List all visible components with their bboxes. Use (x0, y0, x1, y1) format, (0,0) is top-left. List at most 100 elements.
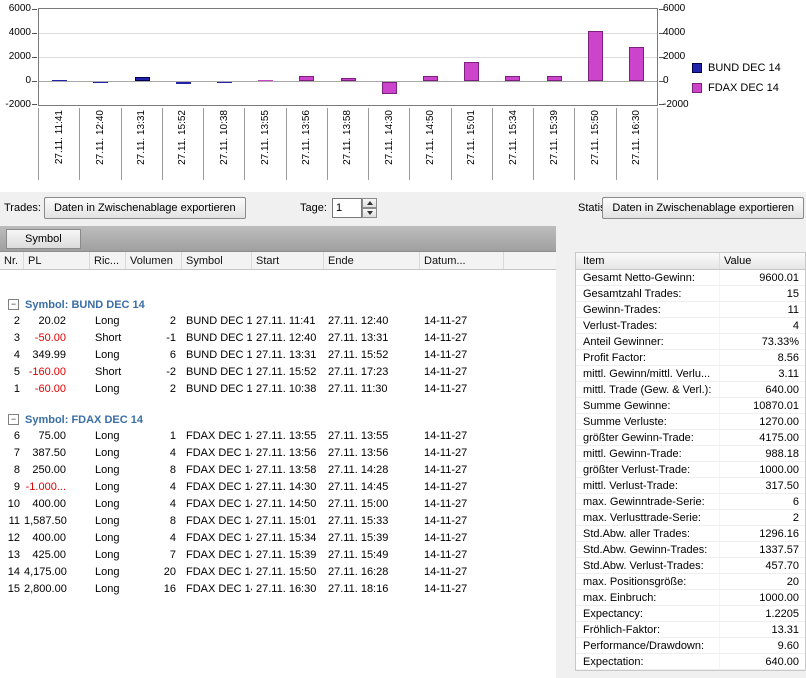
stats-row: Performance/Drawdown:9.60 (576, 638, 805, 654)
stats-panel: Item Value Gesamt Netto-Gewinn:9600.01Ge… (575, 226, 806, 678)
table-cell-filler (504, 513, 556, 530)
column-header[interactable]: Datum... (420, 252, 504, 269)
table-row[interactable]: 8250.00Long8FDAX DEC 1427.11. 13:5827.11… (0, 462, 556, 479)
table-cell: 425.00 (24, 547, 90, 564)
stats-item-value: 640.00 (719, 382, 805, 397)
stats-item-value: 2 (719, 510, 805, 525)
spinner-up-button[interactable] (362, 198, 377, 208)
stats-row: mittl. Gewinn-Trade:988.18 (576, 446, 805, 462)
table-row[interactable]: 220.02Long2BUND DEC 1427.11. 11:4127.11.… (0, 313, 556, 330)
stats-row: max. Gewinntrade-Serie:6 (576, 494, 805, 510)
group-header[interactable]: −Symbol: BUND DEC 14 (0, 296, 556, 313)
axis-tick (32, 81, 37, 82)
table-cell: 27.11. 13:55 (252, 428, 324, 445)
table-cell: FDAX DEC 14 (182, 581, 252, 598)
stats-column-header-value[interactable]: Value (719, 253, 805, 269)
table-cell: -60.00 (24, 381, 90, 398)
column-header[interactable]: PL (24, 252, 90, 269)
column-header[interactable]: Ric... (90, 252, 126, 269)
table-cell: 14-11-27 (420, 347, 504, 364)
column-header[interactable]: Symbol (182, 252, 252, 269)
table-cell: -2 (126, 364, 182, 381)
table-cell: FDAX DEC 14 (182, 513, 252, 530)
stats-item-label: größter Gewinn-Trade: (576, 430, 719, 445)
table-row[interactable]: 10400.00Long4FDAX DEC 1427.11. 14:5027.1… (0, 496, 556, 513)
axis-tick (32, 9, 37, 10)
collapse-icon[interactable]: − (8, 414, 19, 425)
stats-item-label: größter Verlust-Trade: (576, 462, 719, 477)
y-axis-tick-label: 2000 (663, 52, 685, 62)
stats-item-label: max. Verlusttrade-Serie: (576, 510, 719, 525)
table-row[interactable]: 144,175.00Long20FDAX DEC 1427.11. 15:502… (0, 564, 556, 581)
stats-row: mittl. Verlust-Trade:317.50 (576, 478, 805, 494)
x-axis-cell: 27.11. 13:31 (122, 108, 163, 180)
table-cell: 15 (0, 581, 24, 598)
table-row[interactable]: 152,800.00Long16FDAX DEC 1427.11. 16:302… (0, 581, 556, 598)
table-row[interactable]: 5-160.00Short-2BUND DEC 1427.11. 15:5227… (0, 364, 556, 381)
table-cell: Long (90, 445, 126, 462)
table-row[interactable]: 675.00Long1FDAX DEC 1427.11. 13:5527.11.… (0, 428, 556, 445)
table-cell: 7 (126, 547, 182, 564)
table-cell: 8 (0, 462, 24, 479)
stats-row: Profit Factor:8.56 (576, 350, 805, 366)
axis-tick (32, 104, 37, 105)
x-axis-label: 27.11. 10:38 (219, 110, 230, 165)
table-cell: BUND DEC 14 (182, 313, 252, 330)
stats-row: Expectancy:1.2205 (576, 606, 805, 622)
spinner-down-button[interactable] (362, 208, 377, 218)
stats-table-body: Gesamt Netto-Gewinn:9600.01Gesamtzahl Tr… (576, 270, 805, 670)
chart-y-axis-left: 6000400020000-2000 (0, 8, 34, 106)
table-cell: 4 (126, 530, 182, 547)
table-cell-filler (504, 381, 556, 398)
table-cell: Long (90, 513, 126, 530)
table-row[interactable]: 12400.00Long4FDAX DEC 1427.11. 15:3427.1… (0, 530, 556, 547)
table-cell: 2,800.00 (24, 581, 90, 598)
table-row[interactable]: 7387.50Long4FDAX DEC 1427.11. 13:5627.11… (0, 445, 556, 462)
table-row[interactable]: 3-50.00Short-1BUND DEC 1427.11. 12:4027.… (0, 330, 556, 347)
table-cell: FDAX DEC 14 (182, 564, 252, 581)
collapse-icon[interactable]: − (8, 299, 19, 310)
statistik-export-button[interactable]: Daten in Zwischenablage exportieren (602, 197, 804, 219)
axis-tick (32, 33, 37, 34)
table-cell: 16 (126, 581, 182, 598)
table-row[interactable]: 111,587.50Long8FDAX DEC 1427.11. 15:0127… (0, 513, 556, 530)
stats-item-label: Performance/Drawdown: (576, 638, 719, 653)
stats-item-label: Gesamt Netto-Gewinn: (576, 270, 719, 285)
stats-item-value: 988.18 (719, 446, 805, 461)
x-axis-cell: 27.11. 16:30 (617, 108, 658, 180)
table-cell: 14 (0, 564, 24, 581)
table-row[interactable]: 13425.00Long7FDAX DEC 1427.11. 15:3927.1… (0, 547, 556, 564)
table-cell: BUND DEC 14 (182, 381, 252, 398)
x-axis-cell: 27.11. 11:41 (38, 108, 80, 180)
stats-item-value: 20 (719, 574, 805, 589)
stats-row: max. Verlusttrade-Serie:2 (576, 510, 805, 526)
group-header[interactable]: −Symbol: FDAX DEC 14 (0, 411, 556, 428)
table-cell: Long (90, 547, 126, 564)
column-header[interactable]: Start (252, 252, 324, 269)
stats-item-value: 1000.00 (719, 462, 805, 477)
stats-item-value: 317.50 (719, 478, 805, 493)
y-axis-tick-label: 4000 (0, 28, 31, 38)
x-axis-cell: 27.11. 13:55 (245, 108, 286, 180)
column-header[interactable]: Volumen (126, 252, 182, 269)
x-axis-cell: 27.11. 12:40 (80, 108, 121, 180)
column-header[interactable]: Ende (324, 252, 420, 269)
stats-item-value: 1337.57 (719, 542, 805, 557)
group-by-symbol-button[interactable]: Symbol (6, 229, 81, 249)
tage-input[interactable] (332, 198, 362, 218)
legend-swatch-icon (692, 83, 702, 93)
table-cell: 12 (0, 530, 24, 547)
trades-export-button[interactable]: Daten in Zwischenablage exportieren (44, 197, 246, 219)
x-axis-cell: 27.11. 15:01 (452, 108, 493, 180)
gridline (39, 33, 657, 34)
x-axis-cell: 27.11. 15:52 (163, 108, 204, 180)
x-axis-cell: 27.11. 15:39 (534, 108, 575, 180)
table-row[interactable]: 4349.99Long6BUND DEC 1427.11. 13:3127.11… (0, 347, 556, 364)
table-row[interactable]: 1-60.00Long2BUND DEC 1427.11. 10:3827.11… (0, 381, 556, 398)
column-header[interactable]: Nr. (0, 252, 24, 269)
table-row[interactable]: 9-1.000...Long4FDAX DEC 1427.11. 14:3027… (0, 479, 556, 496)
stats-column-header-item[interactable]: Item (576, 253, 719, 269)
x-axis-label: 27.11. 15:01 (466, 110, 477, 165)
table-cell: 27.11. 13:56 (252, 445, 324, 462)
table-cell: 4 (0, 347, 24, 364)
